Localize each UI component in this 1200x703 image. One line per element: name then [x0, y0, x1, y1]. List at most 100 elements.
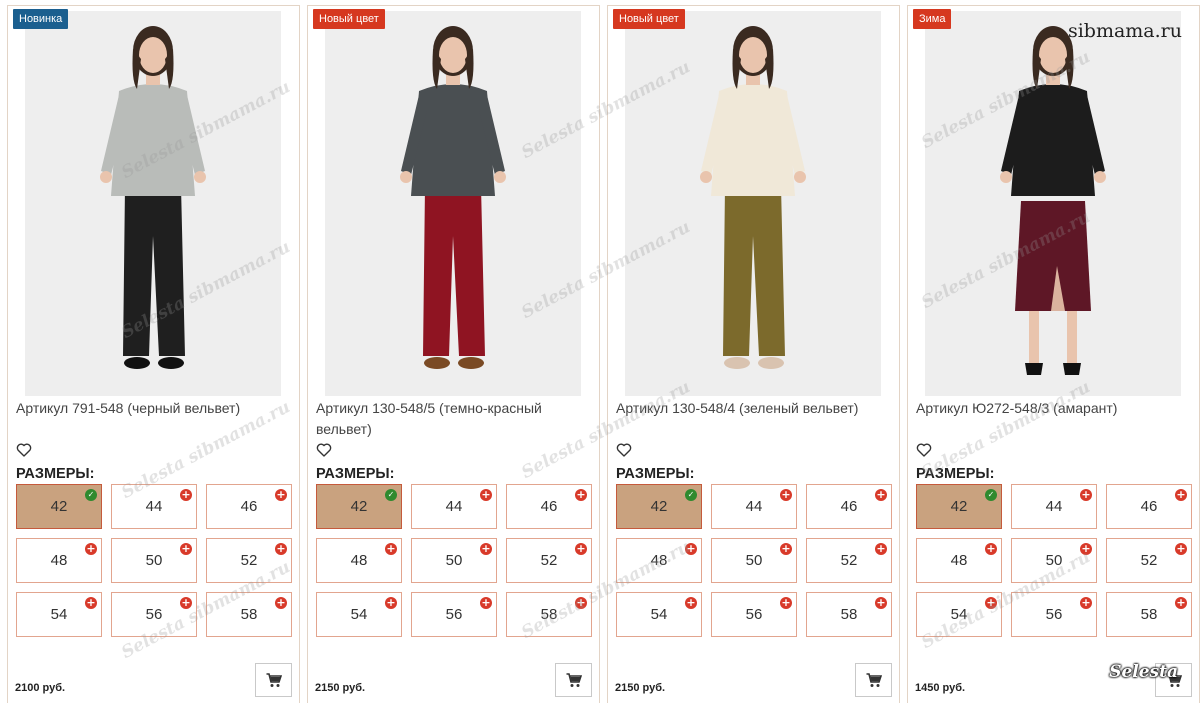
size-option[interactable]: 50 +: [1011, 538, 1097, 583]
product-title[interactable]: Артикул 791-548 (черный вельвет): [16, 398, 286, 419]
favorite-heart-icon[interactable]: [616, 442, 632, 458]
size-option[interactable]: 52 +: [206, 538, 292, 583]
product-title[interactable]: Артикул 130-548/5 (темно-красный вельвет…: [316, 398, 586, 440]
cart-icon: [566, 672, 582, 687]
plus-circle-icon: +: [780, 596, 792, 609]
size-option[interactable]: 42 ✓: [16, 484, 102, 529]
product-price: 2150 руб.: [615, 682, 666, 694]
add-to-cart-button[interactable]: [555, 663, 592, 697]
size-option[interactable]: 54 +: [616, 592, 702, 637]
product-badge: Новый цвет: [313, 9, 385, 29]
size-option[interactable]: 46 +: [506, 484, 592, 529]
plus-circle-icon: +: [480, 596, 492, 609]
size-option[interactable]: 50 +: [411, 538, 497, 583]
size-option[interactable]: 46 +: [806, 484, 892, 529]
product-grid: Новинка Артикул 791-548 (черный вельвет)…: [7, 5, 1200, 703]
cart-icon: [266, 672, 282, 687]
size-option[interactable]: 50 +: [111, 538, 197, 583]
plus-circle-icon: +: [385, 542, 397, 555]
product-price: 2150 руб.: [315, 682, 366, 694]
plus-circle-icon: +: [1175, 488, 1187, 501]
size-option[interactable]: 56 +: [111, 592, 197, 637]
favorite-heart-icon[interactable]: [16, 442, 32, 458]
sizes-label: РАЗМЕРЫ:: [16, 466, 95, 482]
product-photo[interactable]: [325, 11, 581, 396]
product-photo[interactable]: [625, 11, 881, 396]
add-to-cart-button[interactable]: [855, 663, 892, 697]
product-photo[interactable]: [925, 11, 1181, 396]
plus-circle-icon: +: [575, 596, 587, 609]
plus-circle-icon: +: [180, 488, 192, 501]
size-options: 42 ✓ 44 +46 + 48 +50 +52 + 54 +56 +58 +: [316, 484, 592, 637]
plus-circle-icon: +: [275, 488, 287, 501]
add-to-cart-button[interactable]: [255, 663, 292, 697]
size-option[interactable]: 52 +: [1106, 538, 1192, 583]
size-option[interactable]: 58 +: [206, 592, 292, 637]
plus-circle-icon: +: [1080, 488, 1092, 501]
plus-circle-icon: +: [1080, 542, 1092, 555]
size-option[interactable]: 42 ✓: [916, 484, 1002, 529]
size-option[interactable]: 56 +: [1011, 592, 1097, 637]
model-figure: [25, 11, 281, 396]
plus-circle-icon: +: [875, 488, 887, 501]
size-options: 42 ✓ 44 +46 + 48 +50 +52 + 54 +56 +58 +: [616, 484, 892, 637]
model-figure: [925, 11, 1181, 396]
size-option[interactable]: 42 ✓: [616, 484, 702, 529]
plus-circle-icon: +: [985, 596, 997, 609]
model-figure: [625, 11, 881, 396]
size-option[interactable]: 44 +: [411, 484, 497, 529]
product-title[interactable]: Артикул Ю272-548/3 (амарант): [916, 398, 1186, 419]
size-option[interactable]: 54 +: [916, 592, 1002, 637]
size-option[interactable]: 52 +: [506, 538, 592, 583]
size-option[interactable]: 58 +: [506, 592, 592, 637]
size-options: 42 ✓ 44 +46 + 48 +50 +52 + 54 +56 +58 +: [916, 484, 1192, 637]
size-option[interactable]: 54 +: [316, 592, 402, 637]
check-circle-icon: ✓: [385, 489, 397, 501]
product-photo[interactable]: [25, 11, 281, 396]
size-options: 42 ✓ 44 +46 + 48 +50 +52 + 54 +56 +58 +: [16, 484, 292, 637]
plus-circle-icon: +: [275, 596, 287, 609]
plus-circle-icon: +: [1080, 596, 1092, 609]
product-card: Новый цвет Артикул 130-548/4 (зеленый ве…: [607, 5, 900, 703]
plus-circle-icon: +: [685, 596, 697, 609]
check-circle-icon: ✓: [985, 489, 997, 501]
size-option[interactable]: 58 +: [806, 592, 892, 637]
cart-icon: [866, 672, 882, 687]
plus-circle-icon: +: [985, 542, 997, 555]
size-option[interactable]: 44 +: [711, 484, 797, 529]
size-option[interactable]: 48 +: [916, 538, 1002, 583]
size-option[interactable]: 56 +: [711, 592, 797, 637]
size-option[interactable]: 44 +: [1011, 484, 1097, 529]
plus-circle-icon: +: [780, 488, 792, 501]
size-option[interactable]: 46 +: [1106, 484, 1192, 529]
product-title[interactable]: Артикул 130-548/4 (зеленый вельвет): [616, 398, 886, 419]
product-badge: Зима: [913, 9, 952, 29]
brand-watermark-logo: Selesta: [1109, 662, 1178, 682]
size-option[interactable]: 46 +: [206, 484, 292, 529]
size-option[interactable]: 56 +: [411, 592, 497, 637]
plus-circle-icon: +: [180, 596, 192, 609]
plus-circle-icon: +: [875, 542, 887, 555]
size-option[interactable]: 48 +: [16, 538, 102, 583]
sizes-label: РАЗМЕРЫ:: [916, 466, 995, 482]
size-option[interactable]: 48 +: [316, 538, 402, 583]
size-option[interactable]: 50 +: [711, 538, 797, 583]
plus-circle-icon: +: [85, 596, 97, 609]
product-badge: Новый цвет: [613, 9, 685, 29]
size-option[interactable]: 48 +: [616, 538, 702, 583]
product-card: Новинка Артикул 791-548 (черный вельвет)…: [7, 5, 300, 703]
sizes-label: РАЗМЕРЫ:: [316, 466, 395, 482]
product-price: 1450 руб.: [915, 682, 966, 694]
favorite-heart-icon[interactable]: [916, 442, 932, 458]
size-option[interactable]: 52 +: [806, 538, 892, 583]
favorite-heart-icon[interactable]: [316, 442, 332, 458]
plus-circle-icon: +: [875, 596, 887, 609]
size-option[interactable]: 42 ✓: [316, 484, 402, 529]
plus-circle-icon: +: [480, 488, 492, 501]
size-option[interactable]: 54 +: [16, 592, 102, 637]
plus-circle-icon: +: [575, 488, 587, 501]
plus-circle-icon: +: [85, 542, 97, 555]
size-option[interactable]: 58 +: [1106, 592, 1192, 637]
product-price: 2100 руб.: [15, 682, 66, 694]
size-option[interactable]: 44 +: [111, 484, 197, 529]
